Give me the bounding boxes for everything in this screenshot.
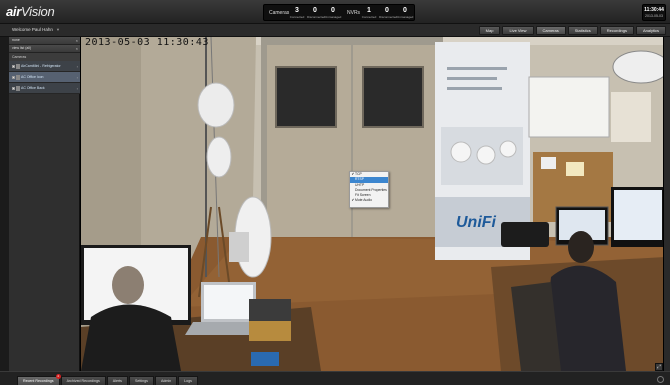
- nvrs-unmanaged[interactable]: 0 Unmanaged: [397, 7, 413, 19]
- svg-text:UniFi: UniFi: [456, 214, 497, 231]
- tab-cameras[interactable]: Cameras: [535, 26, 566, 35]
- camera-item-office-icon[interactable]: AC Office Icon ›: [9, 72, 80, 83]
- cameras-disconnected[interactable]: 0 Disconnected: [307, 7, 325, 19]
- top-bar: airVision Cameras 3 Connected 0 Disconnect…: [0, 0, 670, 24]
- bottom-bar: Recent Recordings 4 Archived Recordings A…: [0, 371, 670, 385]
- tab-map[interactable]: Map: [478, 26, 501, 35]
- view-select[interactable]: none ×: [9, 37, 80, 45]
- camera-icon: [16, 75, 20, 80]
- app-window: airVision Cameras 3 Connected 0 Disconnect…: [0, 0, 670, 385]
- cameras-label: Cameras: [269, 10, 290, 16]
- clock-time: 11:30:44: [644, 7, 664, 13]
- chevron-right-icon: ›: [76, 75, 78, 80]
- nvrs-label: NVRs: [347, 10, 361, 16]
- view-list-select[interactable]: view list (all) ×: [9, 45, 80, 53]
- camera-sidebar: none × view list (all) × Cameras AirCamMin…: [9, 37, 80, 371]
- chevron-right-icon: ›: [76, 86, 78, 91]
- user-menu[interactable]: Welcome Paul Hahn ▼: [12, 27, 60, 32]
- context-menu: ✔ TCP RTSP UHTP Document Properties Fit S…: [349, 171, 389, 208]
- camera-item-refrigerator[interactable]: AirCamMini - Refrigerator ›: [9, 61, 80, 72]
- chevron-down-icon: ▼: [55, 27, 60, 32]
- close-icon[interactable]: ×: [76, 37, 78, 44]
- camera-icon: [16, 64, 20, 69]
- tab-recent-recordings[interactable]: Recent Recordings 4: [17, 374, 61, 385]
- video-timestamp: 2013-05-03 11:30:43: [85, 37, 209, 48]
- camera-item-office-back[interactable]: AC Office Back ›: [9, 83, 80, 94]
- nvrs-connected[interactable]: 1 Connected: [361, 7, 377, 19]
- menu-item-mute-audio[interactable]: ✔ Mute Audio: [350, 198, 388, 203]
- tab-archived-recordings[interactable]: Archived Recordings: [60, 376, 106, 385]
- tab-logs[interactable]: Logs: [178, 376, 198, 385]
- close-icon[interactable]: ×: [76, 45, 78, 52]
- tab-settings-bottom[interactable]: Settings: [128, 376, 154, 385]
- fullscreen-icon[interactable]: ⤢: [655, 363, 663, 371]
- camera-checkbox[interactable]: [12, 76, 15, 79]
- main-tabs: Map Live View Cameras Statistics Recordi…: [478, 26, 666, 35]
- clock: 11:30:44 2013-05-03: [642, 4, 666, 21]
- nvrs-disconnected[interactable]: 0 Disconnected: [379, 7, 397, 19]
- camera-checkbox[interactable]: [12, 65, 15, 68]
- tab-statistics[interactable]: Statistics: [567, 26, 598, 35]
- header-bar: Welcome Paul Hahn ▼ Map Live View Cameras…: [0, 24, 670, 37]
- cameras-unmanaged[interactable]: 0 Unmanaged: [325, 7, 341, 19]
- clock-date: 2013-05-03: [645, 14, 663, 18]
- tab-alerts[interactable]: Alerts: [106, 376, 128, 385]
- camera-icon: [16, 86, 20, 91]
- bottom-tabs: Recent Recordings 4 Archived Recordings A…: [17, 374, 198, 385]
- camera-checkbox[interactable]: [12, 87, 15, 90]
- app-logo: airVision: [6, 4, 55, 19]
- checkmark-icon: ✔: [351, 198, 355, 203]
- cameras-connected[interactable]: 3 Connected: [289, 7, 305, 19]
- video-feed[interactable]: UniFi 2013-05-03 11:30:43 ✔ TCP RTSP UHT…: [80, 37, 664, 371]
- tab-recordings[interactable]: Recordings: [599, 26, 634, 35]
- chevron-right-icon: ›: [76, 64, 78, 69]
- cameras-section-label: Cameras: [9, 53, 80, 61]
- tab-analytics[interactable]: Analytics: [635, 26, 666, 35]
- tab-admin[interactable]: Admin: [154, 376, 178, 385]
- status-panel: Cameras 3 Connected 0 Disconnected 0 Unmana…: [263, 4, 415, 21]
- right-scrollbar[interactable]: [664, 37, 670, 371]
- settings-icon[interactable]: [657, 376, 664, 383]
- tab-live-view[interactable]: Live View: [502, 26, 534, 35]
